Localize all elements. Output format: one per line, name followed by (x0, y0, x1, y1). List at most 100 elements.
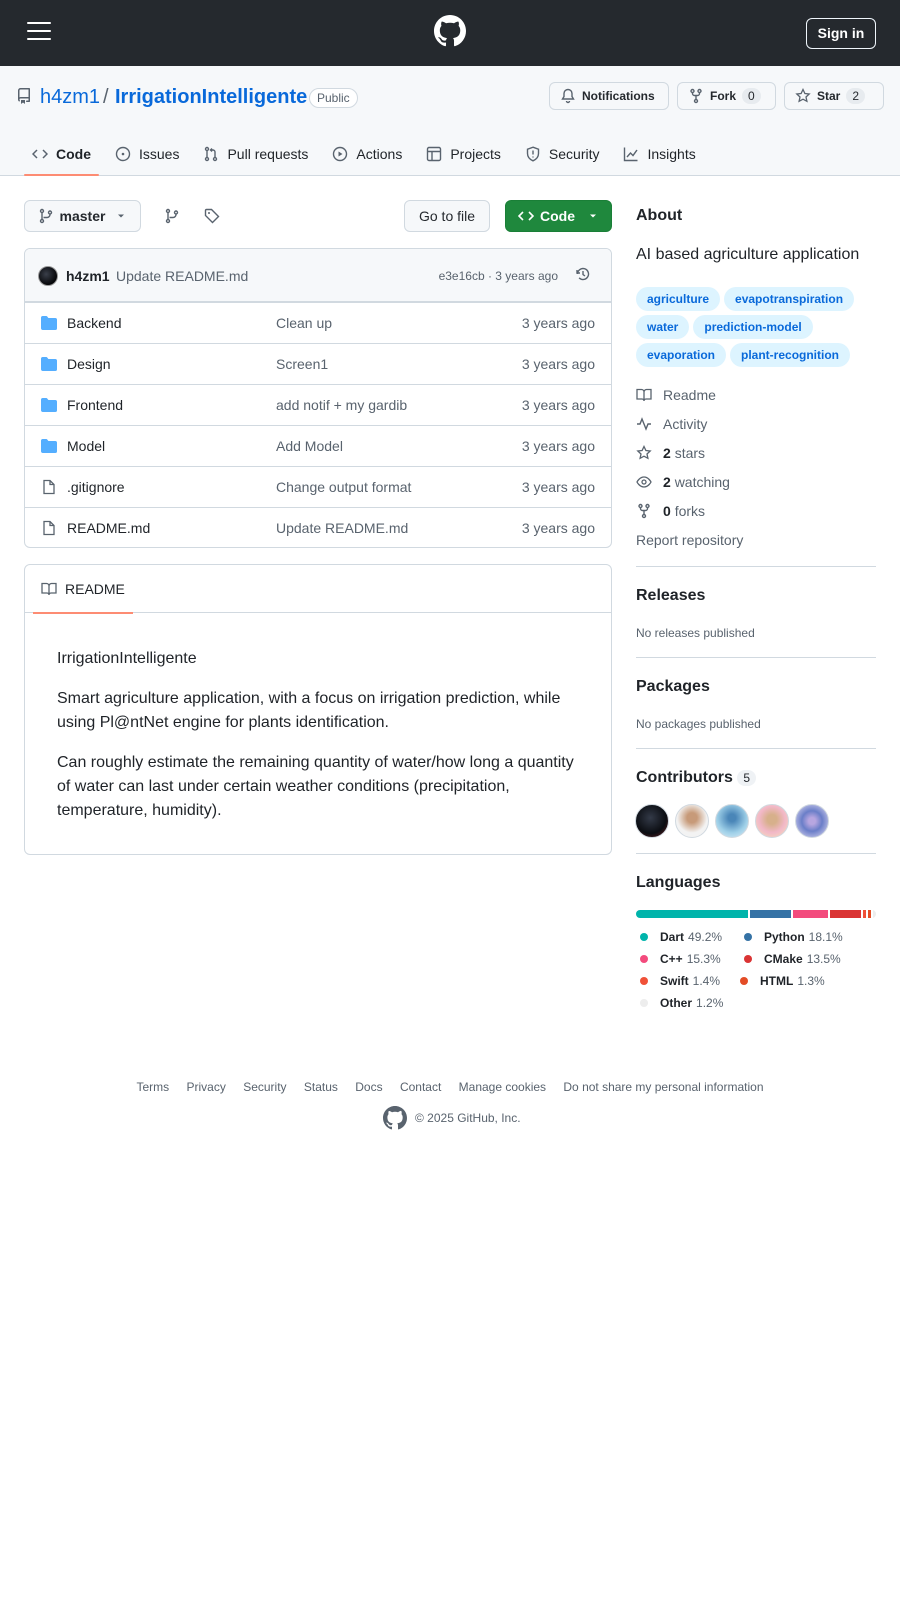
language-item[interactable]: HTML 1.3% (740, 974, 825, 988)
file-commit[interactable]: Add Model (276, 438, 343, 454)
avatar[interactable] (675, 804, 709, 838)
table-row[interactable]: .gitignore Change output format 3 years … (25, 466, 611, 507)
language-segment-cpp[interactable] (793, 910, 828, 918)
topic-tag[interactable]: water (636, 315, 690, 339)
language-percent: 18.1% (808, 930, 843, 944)
file-name[interactable]: Backend (67, 315, 121, 331)
footer-link-terms[interactable]: Terms (136, 1080, 169, 1094)
language-segment-swift[interactable] (863, 910, 866, 918)
avatar[interactable] (795, 804, 829, 838)
language-segment-other[interactable] (873, 910, 876, 918)
commit-author[interactable]: h4zm1 (66, 268, 110, 284)
folder-icon (41, 357, 57, 371)
footer-link-do-not-share[interactable]: Do not share my personal information (563, 1080, 763, 1094)
file-commit[interactable]: Change output format (276, 479, 411, 495)
language-item[interactable]: Dart 49.2% (640, 930, 722, 944)
language-item[interactable]: Swift 1.4% (640, 974, 720, 988)
code-dropdown-button[interactable]: Code (505, 200, 612, 232)
branches-button[interactable] (156, 200, 188, 232)
repo-owner-link[interactable]: h4zm1 (40, 86, 100, 109)
topic-tag[interactable]: prediction-model (693, 315, 813, 339)
forks-link[interactable]: 0 forks (636, 503, 705, 519)
footer-link-status[interactable]: Status (304, 1080, 338, 1094)
sign-in-button[interactable]: Sign in (806, 18, 876, 49)
watching-link[interactable]: 2 watching (636, 474, 730, 490)
tags-button[interactable] (196, 200, 228, 232)
history-icon[interactable] (575, 266, 591, 282)
activity-link[interactable]: Activity (636, 416, 707, 432)
file-date: 3 years ago (521, 397, 595, 413)
avatar[interactable] (755, 804, 789, 838)
fork-button[interactable]: Fork 0 (677, 82, 776, 110)
language-percent: 1.3% (797, 974, 825, 988)
file-name[interactable]: Frontend (67, 397, 123, 413)
tab-code[interactable]: Code (24, 132, 99, 176)
topic-tag[interactable]: evapotranspiration (724, 287, 855, 311)
language-segment-cmake[interactable] (830, 910, 861, 918)
file-name[interactable]: .gitignore (67, 479, 125, 495)
topic-tag[interactable]: evaporation (636, 343, 727, 367)
tab-security[interactable]: Security (517, 132, 608, 176)
tab-insights[interactable]: Insights (615, 132, 703, 176)
packages-title[interactable]: Packages (636, 678, 876, 696)
language-item[interactable]: Python 18.1% (744, 930, 843, 944)
commit-message[interactable]: Update README.md (116, 268, 248, 284)
star-icon (795, 88, 811, 103)
tag-icon (204, 208, 220, 224)
table-row[interactable]: Frontend add notif + my gardib 3 years a… (25, 384, 611, 425)
file-name[interactable]: Design (67, 356, 111, 372)
avatar[interactable] (38, 266, 58, 286)
footer-link-contact[interactable]: Contact (400, 1080, 441, 1094)
tab-issues[interactable]: Issues (107, 132, 187, 176)
tab-actions[interactable]: Actions (324, 132, 410, 176)
language-item[interactable]: CMake 13.5% (744, 952, 841, 966)
github-logo-icon[interactable] (383, 1106, 407, 1130)
language-segment-dart[interactable] (636, 910, 748, 918)
stars-link[interactable]: 2 stars (636, 445, 705, 461)
table-row[interactable]: Backend Clean up 3 years ago (25, 302, 611, 343)
footer-link-manage-cookies[interactable]: Manage cookies (459, 1080, 546, 1094)
file-commit[interactable]: Screen1 (276, 356, 328, 372)
tab-pull-requests[interactable]: Pull requests (195, 132, 316, 176)
divider (636, 657, 876, 658)
divider (636, 566, 876, 567)
readme-tab[interactable]: README (33, 565, 133, 614)
table-row[interactable]: README.md Update README.md 3 years ago (25, 507, 611, 547)
file-icon (43, 479, 55, 495)
footer-link-privacy[interactable]: Privacy (187, 1080, 226, 1094)
divider (636, 748, 876, 749)
language-segment-python[interactable] (750, 910, 791, 918)
readme-link[interactable]: Readme (636, 387, 716, 403)
topic-tag[interactable]: plant-recognition (730, 343, 851, 367)
language-item[interactable]: C++ 15.3% (640, 952, 721, 966)
star-button[interactable]: Star 2 (784, 82, 884, 110)
table-row[interactable]: Model Add Model 3 years ago (25, 425, 611, 466)
releases-title[interactable]: Releases (636, 587, 876, 605)
notifications-button[interactable]: Notifications (549, 82, 669, 110)
table-row[interactable]: Design Screen1 3 years ago (25, 343, 611, 384)
avatar[interactable] (635, 804, 669, 838)
topic-tag[interactable]: agriculture (636, 287, 721, 311)
repo-name-link[interactable]: IrrigationIntelligente (115, 86, 307, 109)
branch-icon (165, 208, 179, 224)
branch-select[interactable]: master (24, 200, 141, 232)
github-logo-icon[interactable] (434, 15, 466, 47)
commit-meta[interactable]: e3e16cb · 3 years ago (439, 269, 558, 283)
file-commit[interactable]: Clean up (276, 315, 332, 331)
book-icon (636, 388, 652, 402)
tab-projects[interactable]: Projects (418, 132, 509, 176)
contributors-title[interactable]: Contributors 5 (636, 769, 876, 787)
menu-icon[interactable] (27, 22, 51, 42)
report-repository-link[interactable]: Report repository (636, 532, 743, 548)
file-commit[interactable]: add notif + my gardib (276, 397, 407, 413)
language-percent: 15.3% (686, 952, 721, 966)
file-name[interactable]: Model (67, 438, 105, 454)
file-name[interactable]: README.md (67, 520, 150, 536)
avatar[interactable] (715, 804, 749, 838)
file-commit[interactable]: Update README.md (276, 520, 408, 536)
branch-name: master (59, 208, 106, 224)
footer-link-security[interactable]: Security (243, 1080, 286, 1094)
go-to-file-button[interactable]: Go to file (404, 200, 490, 232)
language-segment-html[interactable] (868, 910, 871, 918)
footer-link-docs[interactable]: Docs (355, 1080, 382, 1094)
